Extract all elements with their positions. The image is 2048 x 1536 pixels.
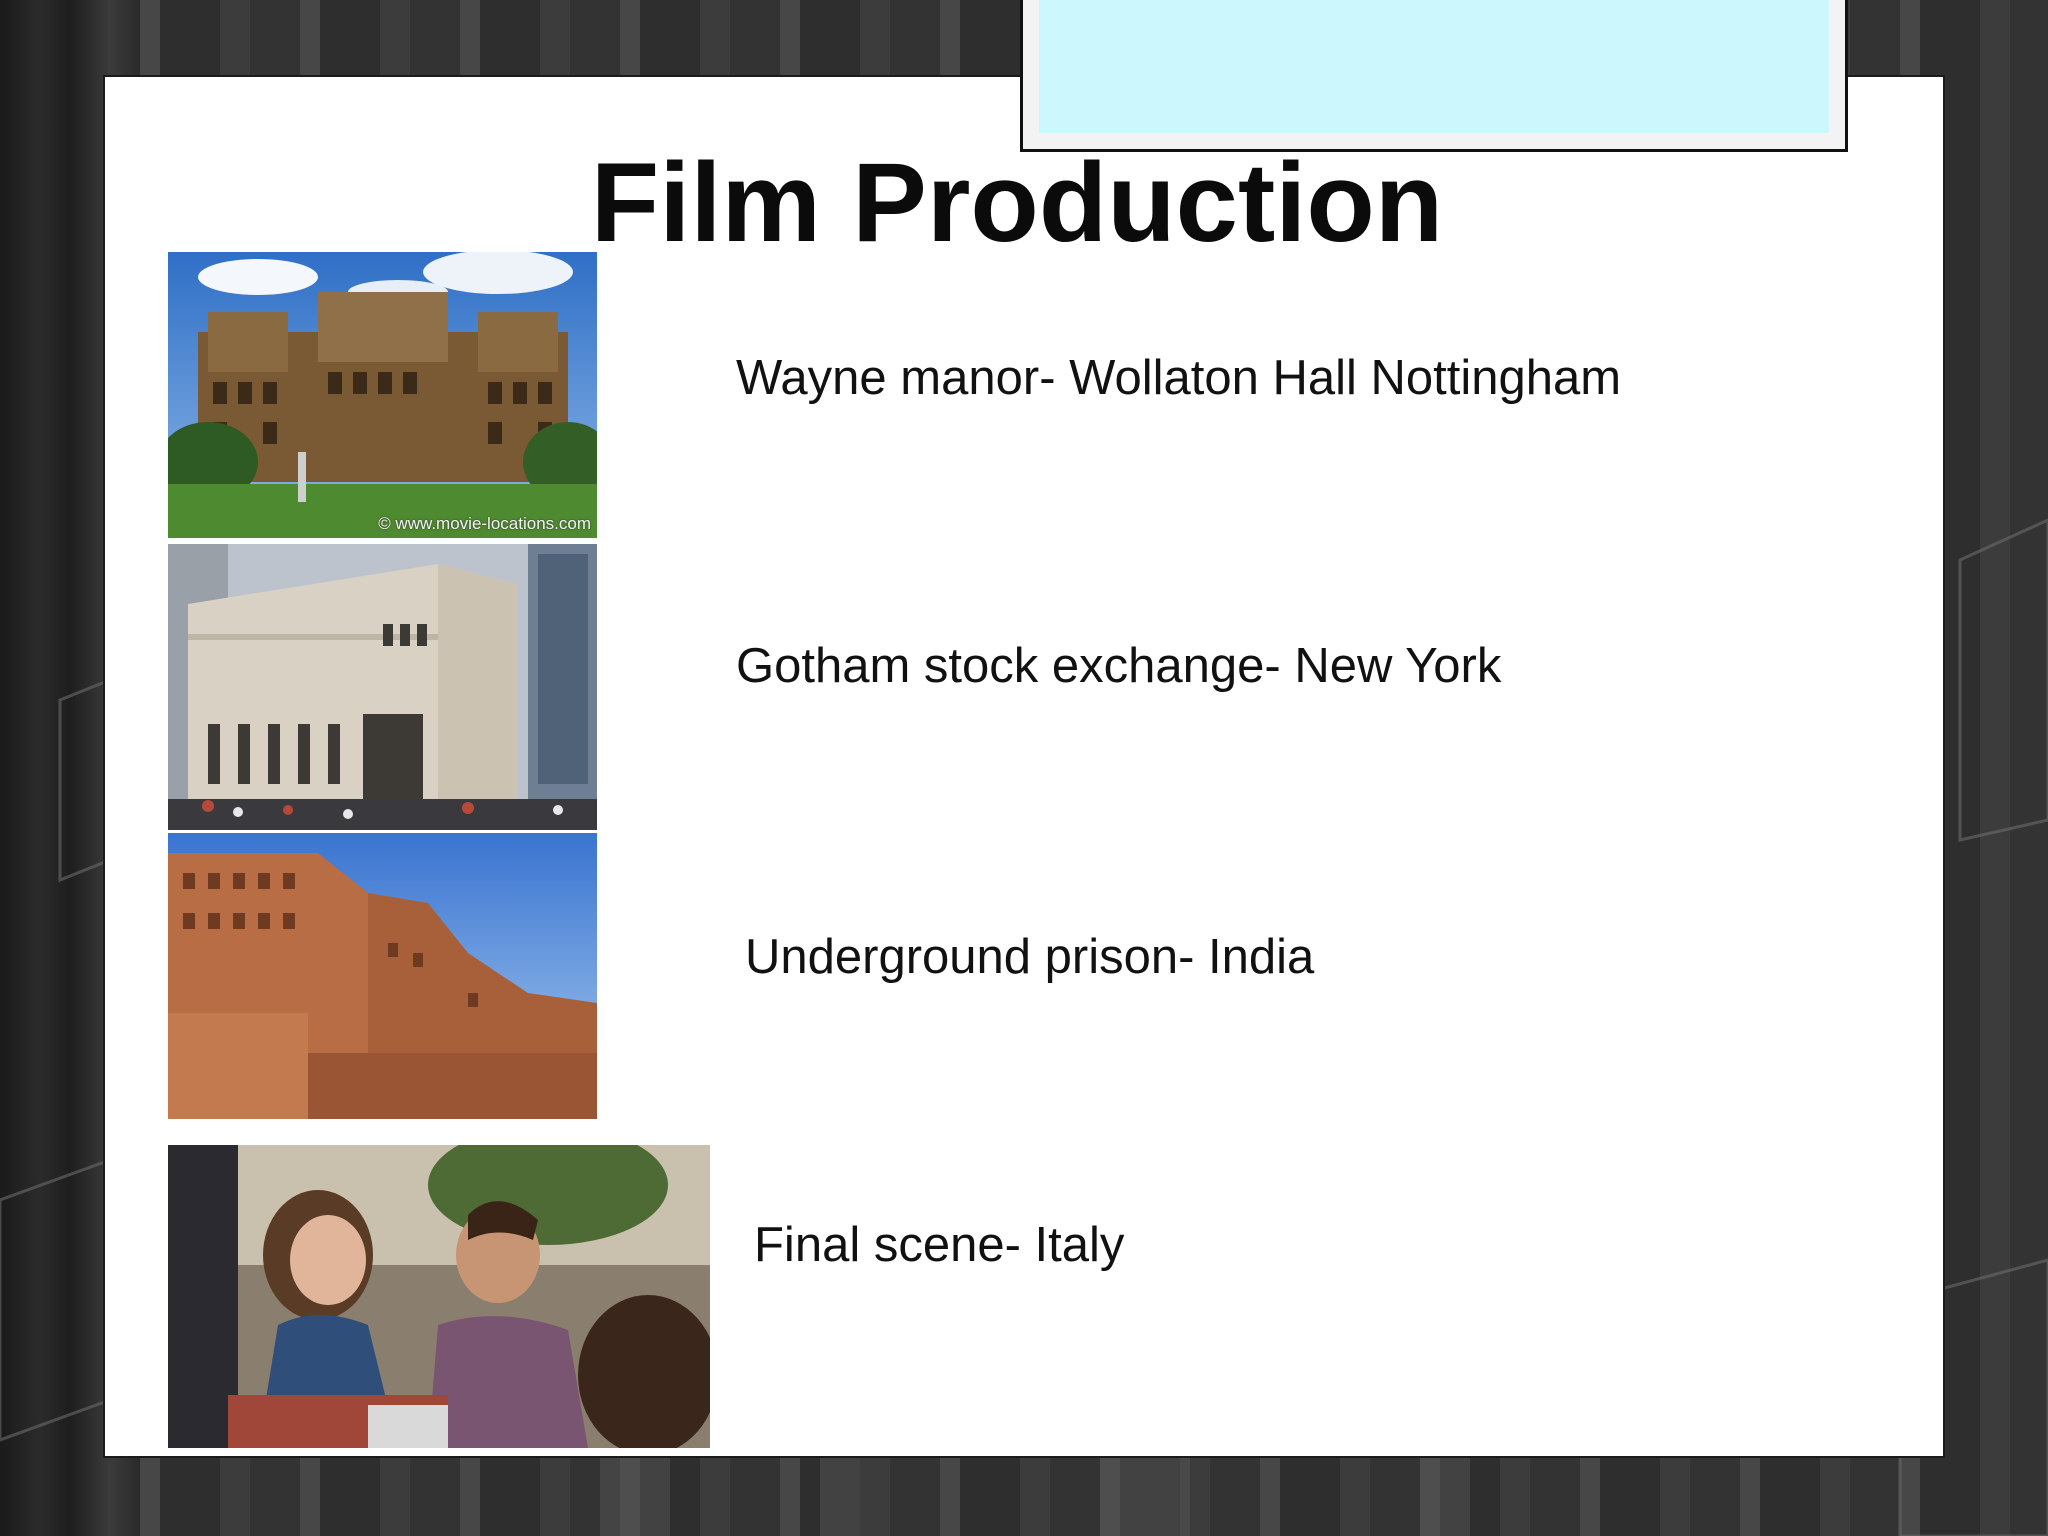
- caption-wayne-manor: Wayne manor- Wollaton Hall Nottingham: [736, 351, 1622, 405]
- indian-fort-photo: [168, 833, 597, 1119]
- caption-stock-exchange: Gotham stock exchange- New York: [736, 639, 1502, 693]
- accent-box: [1020, 0, 1848, 152]
- caption-underground-prison: Underground prison- India: [745, 930, 1315, 984]
- cafe-scene-photo: [168, 1145, 710, 1448]
- wollaton-hall-photo: © www.movie-locations.com: [168, 252, 597, 538]
- accent-box-fill: [1039, 0, 1829, 133]
- photo-watermark: © www.movie-locations.com: [378, 514, 591, 533]
- slide-title: Film Production: [590, 140, 1444, 265]
- stock-exchange-building-photo: [168, 544, 597, 830]
- caption-final-scene: Final scene- Italy: [754, 1218, 1125, 1272]
